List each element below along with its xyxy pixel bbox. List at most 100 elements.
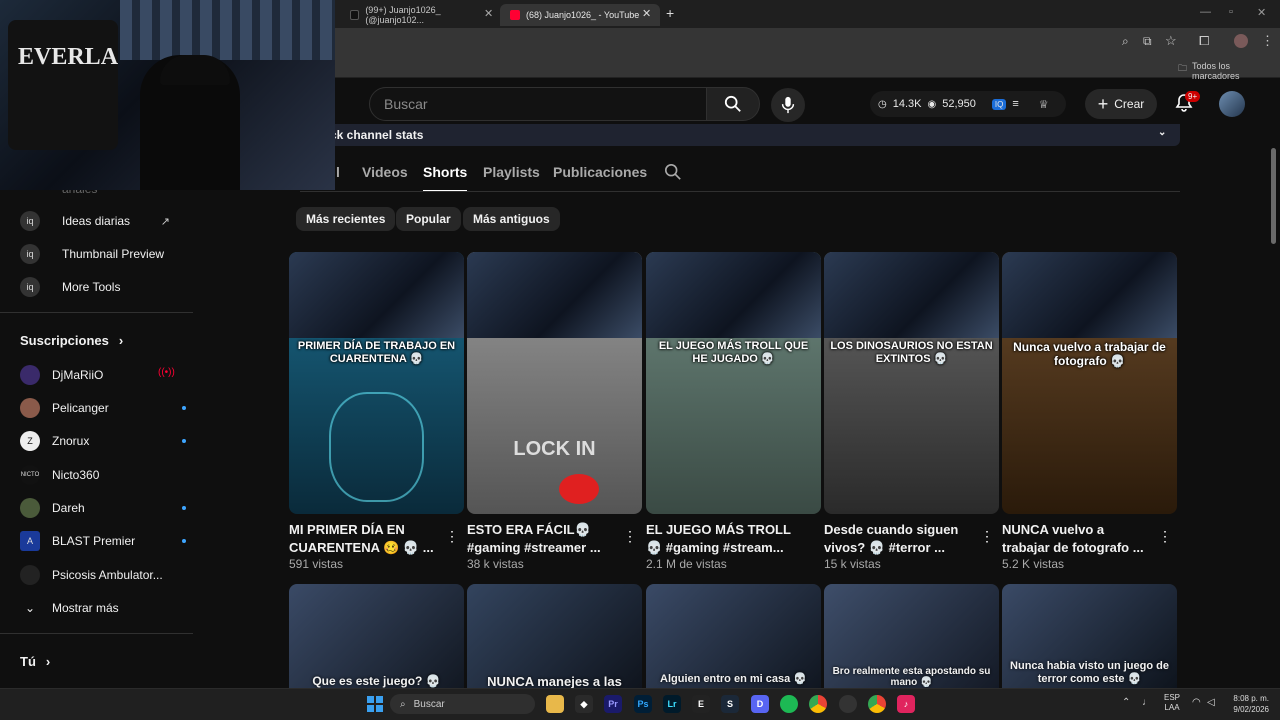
- spotify-icon[interactable]: [780, 695, 798, 713]
- zoom-icon[interactable]: ⌕: [1122, 34, 1129, 49]
- sidebar-item-more-tools[interactable]: iq More Tools: [20, 276, 120, 298]
- chevron-right-icon: ›: [45, 654, 51, 669]
- lightroom-icon[interactable]: Lr: [663, 695, 681, 713]
- taskbar-search-label: Buscar: [413, 698, 445, 710]
- sidebar-sub-znorux[interactable]: Z Znorux: [20, 430, 190, 452]
- new-tab-icon[interactable]: +: [666, 5, 674, 21]
- wifi-icon[interactable]: ◠: [1192, 697, 1201, 708]
- notifications-button[interactable]: 9+: [1174, 91, 1201, 118]
- minimize-icon[interactable]: —: [1200, 6, 1211, 18]
- short-thumbnail[interactable]: Que es este juego? 💀: [289, 584, 464, 688]
- sidebar-sub-blast[interactable]: A BLAST Premier: [20, 530, 190, 552]
- sidebar-sub-djmariio[interactable]: DjMaRiiO ((•)): [20, 364, 190, 386]
- install-icon[interactable]: ⧉: [1143, 34, 1152, 49]
- microphone-icon: [781, 96, 795, 114]
- chip-oldest[interactable]: Más antiguos: [463, 207, 560, 231]
- photoshop-icon[interactable]: Ps: [634, 695, 652, 713]
- taskbar-search[interactable]: ⌕ Buscar: [390, 694, 535, 714]
- short-caption: PRIMER DÍA DE TRABAJO EN CUARENTENA 💀: [297, 340, 456, 365]
- trophy-icon[interactable]: ♕: [1039, 98, 1049, 111]
- sidebar-sub-pelicanger[interactable]: Pelicanger: [20, 397, 190, 419]
- sidebar-sub-dareh[interactable]: Dareh: [20, 497, 190, 519]
- clock[interactable]: 8:08 p. m. 9/02/2026: [1227, 693, 1269, 715]
- search-placeholder: Buscar: [384, 96, 428, 112]
- short-thumbnail[interactable]: EL JUEGO MÁS TROLL QUE HE JUGADO 💀: [646, 252, 821, 514]
- close-tab-icon[interactable]: ✕: [642, 7, 651, 20]
- vidiq-icon[interactable]: IQ: [991, 98, 1007, 110]
- browser-tab[interactable]: (99+) Juanjo1026_ (@juanjo102...: [340, 4, 500, 26]
- close-tab-icon[interactable]: ✕: [484, 7, 493, 20]
- browser-tab-active[interactable]: (68) Juanjo1026_ - YouTube: [500, 4, 660, 26]
- show-more-button[interactable]: ⌄ Mostrar más: [20, 597, 119, 619]
- restore-icon[interactable]: ▫: [1229, 6, 1233, 18]
- language-indicator[interactable]: ESP LAA: [1164, 693, 1180, 713]
- more-options-icon[interactable]: ⋮: [1158, 528, 1172, 545]
- channel-stats-bar[interactable]: ck channel stats ⌄: [300, 124, 1180, 146]
- short-thumbnail[interactable]: PRIMER DÍA DE TRABAJO EN CUARENTENA 💀: [289, 252, 464, 514]
- short-info[interactable]: NUNCA vuelvo a trabajar de fotografo ...…: [1002, 521, 1152, 571]
- subscriptions-heading[interactable]: Suscripciones ›: [20, 333, 123, 348]
- extensions-icon[interactable]: ⧠: [1199, 33, 1209, 49]
- volume-icon[interactable]: ◁: [1207, 697, 1215, 708]
- voice-search-button[interactable]: [771, 88, 805, 122]
- short-thumbnail[interactable]: Nunca vuelvo a trabajar de fotografo 💀: [1002, 252, 1177, 514]
- short-thumbnail[interactable]: Nunca habia visto un juego de terror com…: [1002, 584, 1177, 688]
- obs-icon[interactable]: [839, 695, 857, 713]
- search-input[interactable]: Buscar: [369, 87, 707, 121]
- premiere-icon[interactable]: Pr: [604, 695, 622, 713]
- short-info[interactable]: ESTO ERA FÁCIL💀 #gaming #streamer ... 38…: [467, 521, 617, 571]
- tab-home[interactable]: l: [336, 164, 340, 180]
- windows-start-icon[interactable]: [367, 696, 383, 712]
- chrome-icon[interactable]: [809, 695, 827, 713]
- short-info[interactable]: Desde cuando siguen vivos? 💀 #terror ...…: [824, 521, 974, 571]
- more-options-icon[interactable]: ⋮: [623, 528, 637, 545]
- short-thumbnail[interactable]: Bro realmente esta apostando su mano 💀: [824, 584, 999, 688]
- list-icon[interactable]: ≡: [1012, 98, 1018, 110]
- more-options-icon[interactable]: ⋮: [980, 528, 994, 545]
- sidebar-item-ideas[interactable]: iq Ideas diarias ↗: [20, 210, 170, 232]
- short-info[interactable]: MI PRIMER DÍA EN CUARENTENA 🥴 💀 ... 591 …: [289, 521, 439, 571]
- epic-games-icon[interactable]: E: [692, 695, 710, 713]
- you-heading[interactable]: Tú ›: [20, 654, 50, 669]
- tiktok-icon[interactable]: ♪: [897, 695, 915, 713]
- create-label: Crear: [1114, 97, 1145, 111]
- short-info[interactable]: EL JUEGO MÁS TROLL 💀 #gaming #stream... …: [646, 521, 796, 571]
- chrome-profile-icon[interactable]: [868, 695, 886, 713]
- webcam-thumb: [646, 252, 821, 338]
- app-icon[interactable]: ◆: [575, 695, 593, 713]
- browser-menu-icon[interactable]: ⋮: [1261, 33, 1274, 49]
- file-explorer-icon[interactable]: [546, 695, 564, 713]
- close-window-icon[interactable]: ✕: [1257, 6, 1266, 19]
- mic-tray-icon[interactable]: ♩: [1142, 697, 1152, 708]
- short-thumbnail[interactable]: LOCK IN: [467, 252, 642, 514]
- show-more-label: Mostrar más: [52, 601, 119, 615]
- short-thumbnail[interactable]: Alguien entro en mi casa 💀: [646, 584, 821, 688]
- chip-popular[interactable]: Popular: [396, 207, 461, 231]
- bookmark-star-icon[interactable]: ☆: [1165, 33, 1177, 49]
- tab-playlists[interactable]: Playlists: [483, 164, 540, 180]
- page-scrollbar[interactable]: [1271, 148, 1276, 244]
- sidebar-sub-nicto360[interactable]: NICTO Nicto360: [20, 464, 190, 486]
- steam-icon[interactable]: S: [721, 695, 739, 713]
- profile-avatar-icon[interactable]: [1234, 34, 1248, 48]
- all-bookmarks-button[interactable]: 🗀 Todos los marcadores: [1178, 61, 1280, 81]
- short-thumbnail[interactable]: LOS DINOSAURIOS NO ESTAN EXTINTOS 💀: [824, 252, 999, 514]
- tray-chevron-icon[interactable]: ⌃: [1122, 697, 1130, 708]
- sidebar-sub-psicosis[interactable]: Psicosis Ambulator...: [20, 564, 190, 586]
- channel-search-button[interactable]: [664, 163, 682, 186]
- extension-stats-bar[interactable]: ◷ 14.3K ◉ 52,950 IQ ≡ ♕: [870, 91, 1066, 117]
- more-options-icon[interactable]: ⋮: [445, 528, 459, 545]
- create-button[interactable]: + Crear: [1085, 89, 1157, 119]
- short-thumbnail[interactable]: NUNCA manejes a las: [467, 584, 642, 688]
- tab-videos[interactable]: Videos: [362, 164, 408, 180]
- discord-icon[interactable]: D: [751, 695, 769, 713]
- sidebar-item-thumbnail-preview[interactable]: iq Thumbnail Preview: [20, 243, 164, 265]
- tab-publicaciones[interactable]: Publicaciones: [553, 164, 647, 180]
- account-avatar[interactable]: [1219, 91, 1245, 117]
- chip-recent[interactable]: Más recientes: [296, 207, 396, 231]
- short-title-line: MI PRIMER DÍA EN: [289, 522, 405, 537]
- new-content-dot: [182, 406, 186, 410]
- chevron-down-icon[interactable]: ⌄: [1158, 127, 1166, 138]
- search-button[interactable]: [706, 87, 760, 121]
- tab-shorts[interactable]: Shorts: [423, 164, 468, 192]
